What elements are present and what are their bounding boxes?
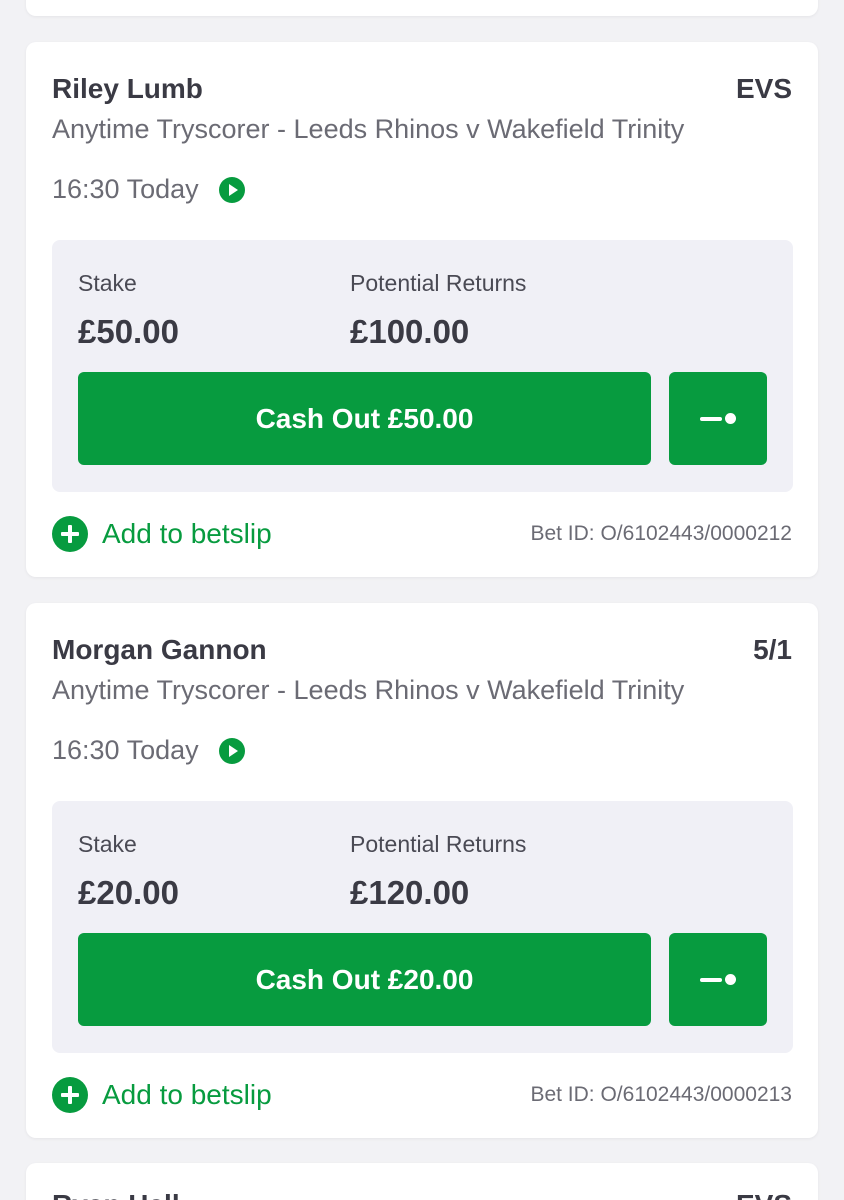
- event-time: 16:30 Today: [52, 174, 199, 204]
- play-circle-icon[interactable]: [218, 176, 245, 203]
- stake-panel: Stake £20.00 Potential Returns £120.00 C…: [52, 801, 793, 1053]
- market-description: Anytime Tryscorer - Leeds Rhinos v Wakef…: [52, 114, 685, 144]
- bet-card-next: Ryan Hall EVS: [26, 1163, 818, 1200]
- potential-returns-label: Potential Returns: [350, 270, 527, 296]
- stake-column: Stake £20.00: [78, 831, 179, 912]
- cash-out-button[interactable]: Cash Out £20.00: [78, 933, 651, 1026]
- partial-cash-out-button[interactable]: [669, 933, 767, 1026]
- returns-column: Potential Returns £100.00: [350, 270, 526, 351]
- bet-header: Ryan Hall EVS: [52, 1189, 792, 1200]
- selection-name: Morgan Gannon: [52, 634, 267, 665]
- slider-icon: [700, 412, 736, 426]
- bet-footer: Add to betslip Bet ID: O/6102443/0000212: [52, 512, 792, 556]
- plus-circle-icon: [52, 1077, 88, 1113]
- stake-label: Stake: [78, 831, 137, 857]
- bet-id: Bet ID: O/6102443/0000212: [530, 522, 792, 545]
- stake-value: £20.00: [78, 874, 179, 911]
- add-to-betslip-label: Add to betslip: [102, 1079, 272, 1110]
- slider-icon: [700, 973, 736, 987]
- open-bets-list: Riley Lumb EVS Anytime Tryscorer - Leeds…: [0, 0, 844, 1200]
- bet-header: Morgan Gannon 5/1: [52, 633, 792, 667]
- potential-returns-value: £120.00: [350, 874, 470, 911]
- event-time: 16:30 Today: [52, 735, 199, 765]
- stake-label: Stake: [78, 270, 137, 296]
- bet-footer: Add to betslip Bet ID: O/6102443/0000213: [52, 1073, 792, 1117]
- add-to-betslip-label: Add to betslip: [102, 518, 272, 549]
- bet-card-previous: [26, 0, 818, 16]
- add-to-betslip-link[interactable]: Add to betslip: [52, 1077, 272, 1113]
- odds: 5/1: [753, 634, 792, 665]
- potential-returns-label: Potential Returns: [350, 831, 527, 857]
- bet-id: Bet ID: O/6102443/0000213: [530, 1083, 792, 1106]
- partial-cash-out-button[interactable]: [669, 372, 767, 465]
- cash-out-button[interactable]: Cash Out £50.00: [78, 372, 651, 465]
- event-time-row: 16:30 Today: [52, 735, 245, 766]
- selection-name: Ryan Hall: [52, 1189, 180, 1200]
- bet-header: Riley Lumb EVS: [52, 72, 792, 106]
- add-to-betslip-link[interactable]: Add to betslip: [52, 516, 272, 552]
- stake-value: £50.00: [78, 313, 179, 350]
- stake-panel: Stake £50.00 Potential Returns £100.00 C…: [52, 240, 793, 492]
- odds: EVS: [735, 73, 792, 104]
- bet-card: Riley Lumb EVS Anytime Tryscorer - Leeds…: [26, 42, 818, 577]
- play-circle-icon[interactable]: [218, 737, 245, 764]
- market-description: Anytime Tryscorer - Leeds Rhinos v Wakef…: [52, 675, 685, 705]
- potential-returns-value: £100.00: [350, 313, 470, 350]
- returns-column: Potential Returns £120.00: [350, 831, 526, 912]
- odds: EVS: [736, 1189, 792, 1200]
- plus-circle-icon: [52, 516, 88, 552]
- bet-card: Morgan Gannon 5/1 Anytime Tryscorer - Le…: [26, 603, 818, 1138]
- event-time-row: 16:30 Today: [52, 174, 245, 205]
- stake-column: Stake £50.00: [78, 270, 179, 351]
- selection-name: Riley Lumb: [52, 73, 203, 104]
